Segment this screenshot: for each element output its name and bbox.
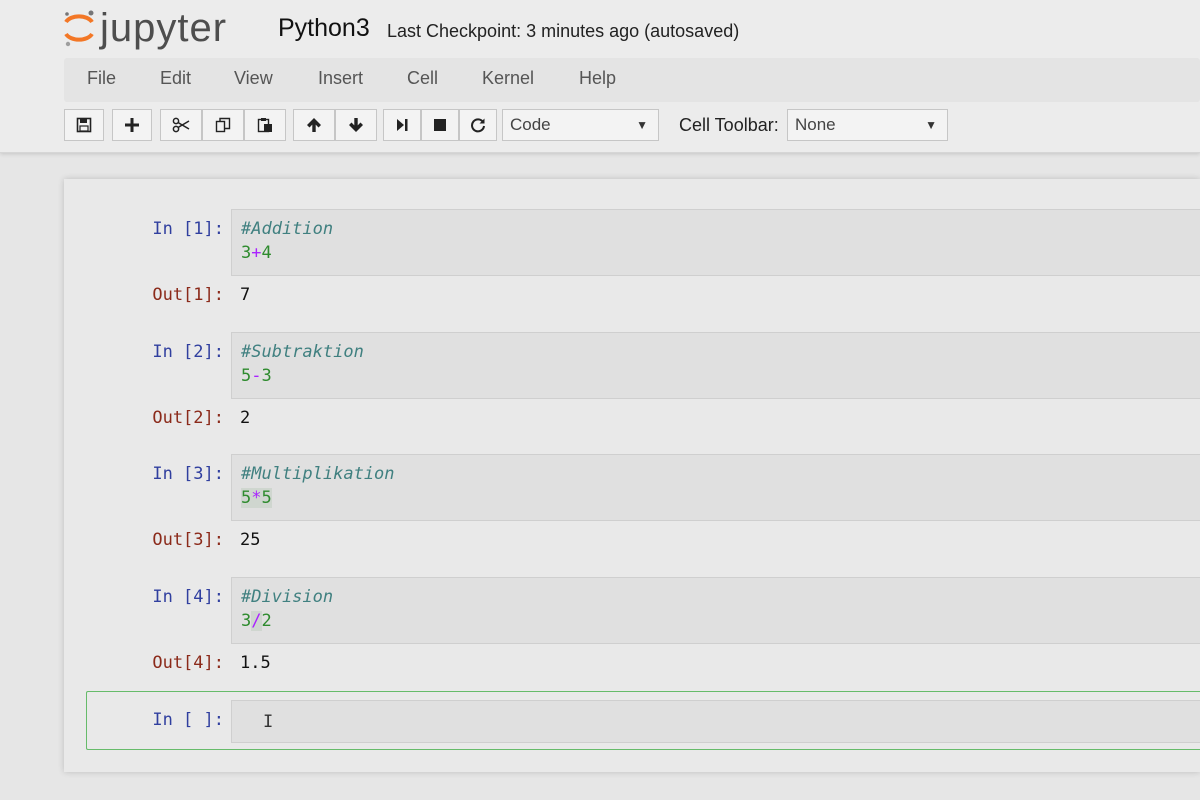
menu-bar: File Edit View Insert Cell Kernel Help	[64, 58, 1200, 102]
code-expression: 3+4	[241, 243, 272, 263]
cell-output: 1.5	[240, 653, 271, 673]
cell-output: 2	[240, 408, 251, 428]
cell-input[interactable]: #Division 3/2	[231, 577, 1200, 644]
code-comment: #Subtraktion	[241, 342, 364, 362]
cell-type-select[interactable]: Code ▼	[502, 109, 659, 141]
copy-icon	[215, 117, 231, 133]
in-prompt: In [2]:	[152, 342, 224, 362]
code-comment: #Division	[241, 587, 334, 607]
jupyter-logo-icon	[62, 8, 96, 48]
code-comment: #Multiplikation	[241, 464, 395, 484]
interrupt-button[interactable]	[421, 109, 459, 141]
chevron-down-icon: ▼	[636, 118, 648, 132]
paste-button[interactable]	[244, 109, 286, 141]
paste-icon	[257, 117, 273, 133]
chevron-down-icon: ▼	[925, 118, 937, 132]
cell-input[interactable]: #Addition 3+4	[231, 209, 1200, 276]
step-forward-icon	[395, 117, 409, 133]
out-prompt: Out[4]:	[152, 653, 224, 673]
move-up-button[interactable]	[293, 109, 335, 141]
cell-input[interactable]: #Subtraktion 5-3	[231, 332, 1200, 399]
checkpoint-status: Last Checkpoint: 3 minutes ago (autosave…	[387, 21, 740, 41]
jupyter-logo[interactable]: jupyter	[62, 6, 227, 50]
logo-text: jupyter	[100, 6, 228, 50]
cell-type-value: Code	[510, 115, 551, 134]
text-cursor-icon: I	[263, 712, 274, 732]
out-prompt: Out[2]:	[152, 408, 224, 428]
stop-icon	[433, 118, 447, 132]
cell-input[interactable]: I	[231, 700, 1200, 743]
save-icon	[76, 117, 92, 133]
out-prompt: Out[1]:	[152, 285, 224, 305]
run-button[interactable]	[383, 109, 421, 141]
cell-output: 25	[240, 530, 261, 550]
code-expression: 5*5	[241, 488, 272, 508]
move-down-button[interactable]	[335, 109, 377, 141]
cell-toolbar-label: Cell Toolbar:	[679, 115, 779, 135]
insert-cell-button[interactable]	[112, 109, 152, 141]
copy-button[interactable]	[202, 109, 244, 141]
menu-insert[interactable]: Insert	[318, 68, 363, 89]
cell-toolbar-value: None	[795, 115, 836, 134]
out-prompt: Out[3]:	[152, 530, 224, 550]
save-button[interactable]	[64, 109, 104, 141]
in-prompt: In [1]:	[152, 219, 224, 239]
in-prompt: In [3]:	[152, 464, 224, 484]
menu-cell[interactable]: Cell	[407, 68, 438, 89]
in-prompt: In [ ]:	[152, 710, 224, 730]
notebook-container: In [1]: #Addition 3+4 Out[1]: 7 In [2]: …	[64, 179, 1200, 772]
cell-input[interactable]: #Multiplikation 5*5	[231, 454, 1200, 521]
toolbar: Code ▼ Cell Toolbar: None ▼	[64, 109, 1200, 143]
code-expression: 5-3	[241, 366, 272, 386]
restart-button[interactable]	[459, 109, 497, 141]
menu-edit[interactable]: Edit	[160, 68, 191, 89]
plus-icon	[124, 117, 140, 133]
cell-toolbar-select[interactable]: None ▼	[787, 109, 948, 141]
cut-button[interactable]	[160, 109, 202, 141]
menu-kernel[interactable]: Kernel	[482, 68, 534, 89]
cell-output: 7	[240, 285, 251, 305]
header: jupyter Python3 Last Checkpoint: 3 minut…	[0, 0, 1200, 153]
code-comment: #Addition	[241, 219, 334, 239]
menu-view[interactable]: View	[234, 68, 273, 89]
arrow-down-icon	[348, 117, 364, 133]
arrow-up-icon	[306, 117, 322, 133]
code-expression: 3/2	[241, 611, 272, 631]
scissors-icon	[172, 117, 190, 133]
notebook-name[interactable]: Python3	[278, 14, 370, 43]
refresh-icon	[470, 117, 486, 133]
in-prompt: In [4]:	[152, 587, 224, 607]
menu-file[interactable]: File	[87, 68, 116, 89]
menu-help[interactable]: Help	[579, 68, 616, 89]
